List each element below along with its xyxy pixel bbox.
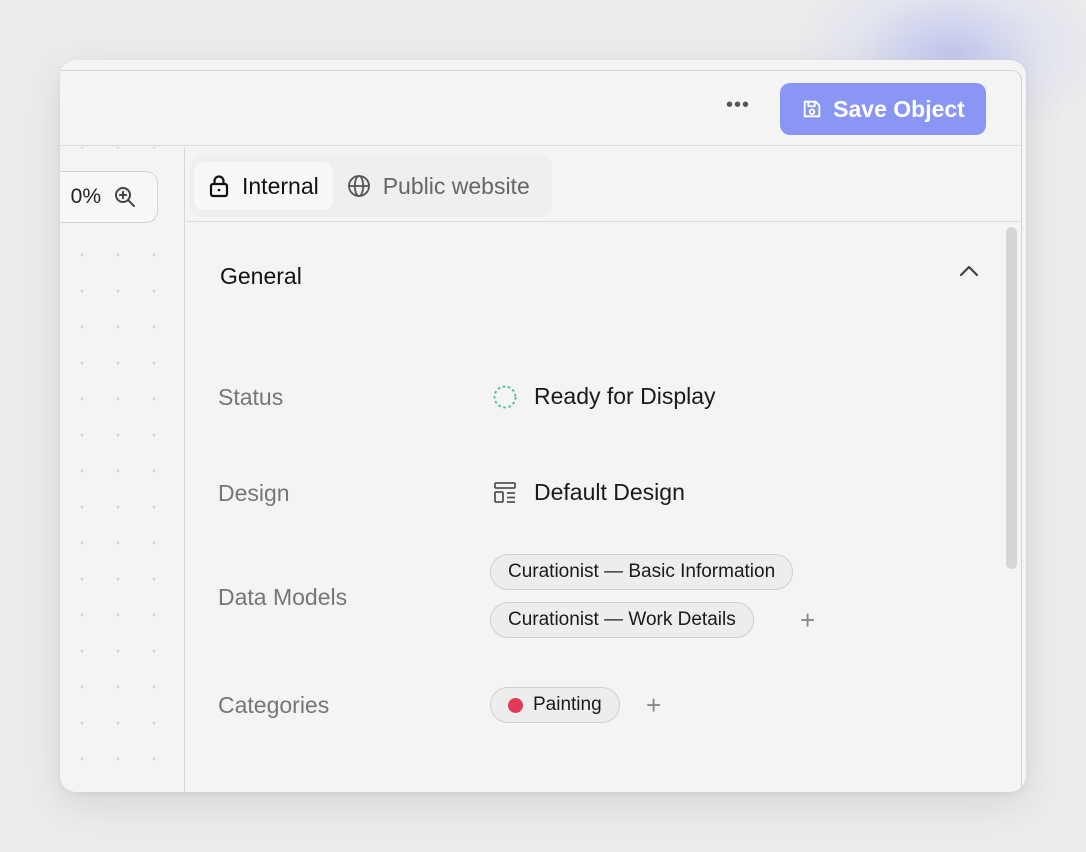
zoom-control: 0%: [60, 171, 158, 223]
zoom-in-icon[interactable]: [113, 185, 137, 209]
zoom-level: 0%: [70, 185, 101, 208]
window-frame: ••• Save Object 0% Internal Public websi…: [60, 70, 1022, 792]
design-value[interactable]: Default Design: [492, 479, 685, 506]
data-model-chip[interactable]: Curationist — Work Details: [490, 602, 754, 638]
design-text: Default Design: [534, 479, 685, 505]
data-model-chip[interactable]: Curationist — Basic Information: [490, 554, 794, 590]
panel-scrollbar[interactable]: [1006, 227, 1017, 569]
dashed-circle-icon: [492, 384, 518, 410]
tab-public-website[interactable]: Public website: [333, 162, 544, 210]
categories-label: Categories: [218, 692, 330, 718]
chevron-up-icon[interactable]: [958, 263, 980, 279]
canvas-pane: 0%: [60, 147, 185, 792]
more-options-button[interactable]: •••: [720, 95, 756, 121]
layout-icon: [492, 480, 518, 506]
data-models-label: Data Models: [218, 584, 348, 610]
data-model-chip-label: Curationist — Work Details: [508, 609, 736, 630]
tab-public-website-label: Public website: [382, 172, 530, 199]
section-title: General: [220, 263, 302, 289]
save-object-button[interactable]: Save Object: [780, 83, 986, 135]
save-object-label: Save Object: [833, 95, 965, 122]
add-category-button[interactable]: +: [646, 692, 661, 718]
add-data-model-button[interactable]: +: [800, 607, 815, 633]
status-value[interactable]: Ready for Display: [492, 383, 716, 410]
category-chip-painting[interactable]: Painting: [490, 687, 620, 723]
details-panel: General Status Ready for Display Design: [186, 223, 1021, 792]
object-editor-window: ••• Save Object 0% Internal Public websi…: [60, 60, 1026, 792]
status-text: Ready for Display: [534, 383, 716, 409]
category-color-dot: [508, 697, 523, 713]
save-icon: [801, 98, 823, 120]
status-label: Status: [218, 384, 284, 410]
tab-internal[interactable]: Internal: [194, 162, 333, 210]
visibility-tabs: Internal Public website: [190, 155, 552, 217]
tab-internal-label: Internal: [242, 172, 319, 199]
lock-icon: [208, 174, 230, 198]
top-toolbar: ••• Save Object: [60, 71, 1021, 146]
design-label: Design: [218, 480, 290, 506]
data-model-chip-label: Curationist — Basic Information: [508, 561, 776, 582]
category-chip-label: Painting: [533, 694, 602, 715]
tabs-divider: [186, 221, 1021, 222]
globe-icon: [347, 174, 371, 198]
